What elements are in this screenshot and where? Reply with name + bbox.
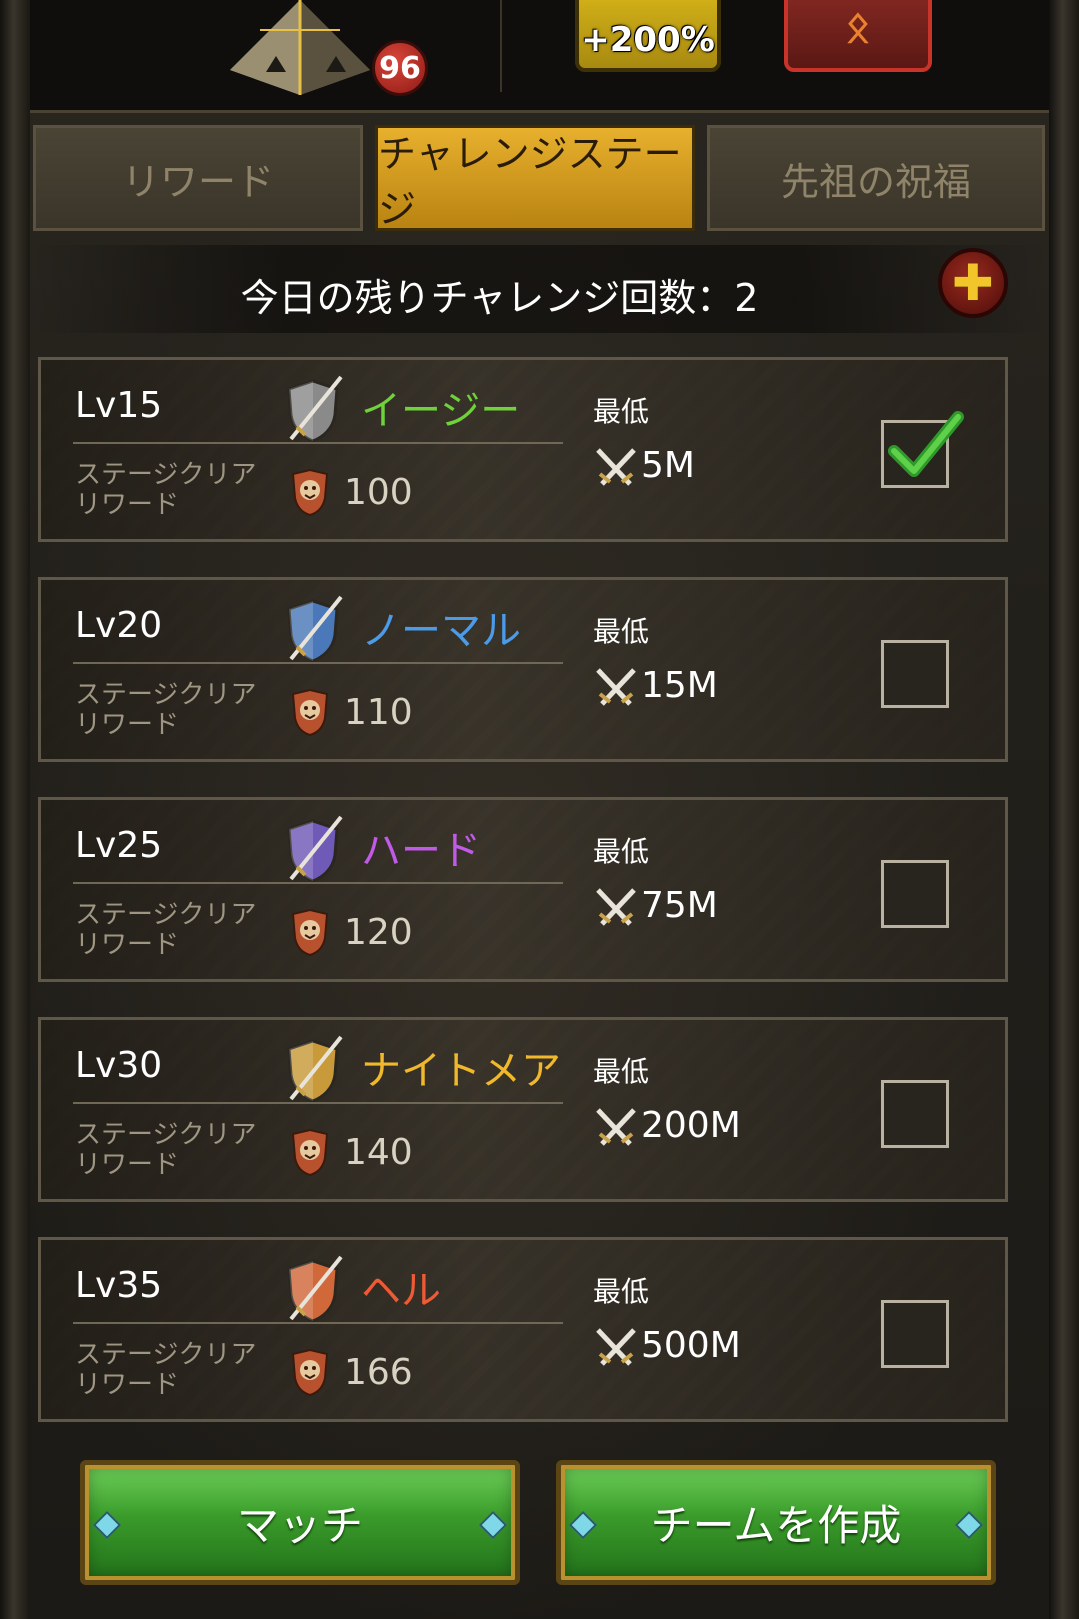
create-team-button-label: チームを作成 <box>650 1501 902 1550</box>
rune-stone-item[interactable]: ᛟ <box>784 0 932 72</box>
stage-divider <box>73 662 563 664</box>
tab-bar: リワード チャレンジステージ 先祖の祝福 <box>33 125 1045 235</box>
stage-checkbox[interactable] <box>881 1080 949 1148</box>
stage-level: Lv15 <box>75 385 163 426</box>
stage-card[interactable]: Lv30 ナイトメア ステージクリア リワード 140 最低 200M <box>38 1017 1008 1202</box>
clear-label-line1: ステージクリア <box>75 1120 257 1150</box>
pyramid-icon[interactable] <box>230 0 370 95</box>
clear-label-line2: リワード <box>75 1370 180 1400</box>
stage-level: Lv30 <box>75 1045 163 1086</box>
stage-clear-reward-label: ステージクリア リワード <box>75 460 275 520</box>
difficulty-name: イージー <box>361 388 521 434</box>
add-challenges-button[interactable]: ✚ <box>938 248 1008 318</box>
clear-label-line2: リワード <box>75 1150 180 1180</box>
tab-ancestor-blessing[interactable]: 先祖の祝福 <box>707 125 1045 231</box>
clear-label-line2: リワード <box>75 490 180 520</box>
stage-clear-reward-label: ステージクリア リワード <box>75 900 275 960</box>
left-frame-pillar <box>0 0 30 1619</box>
clear-label-line2: リワード <box>75 930 180 960</box>
min-power-value: 500M <box>641 1325 741 1366</box>
top-divider <box>500 0 502 92</box>
gem-ornament-icon <box>92 1510 122 1539</box>
stage-level: Lv25 <box>75 825 163 866</box>
gem-ornament-icon <box>568 1510 598 1539</box>
crossed-swords-icon <box>596 1108 636 1146</box>
stage-checkbox[interactable] <box>881 640 949 708</box>
stage-card[interactable]: Lv35 ヘル ステージクリア リワード 166 最低 500M <box>38 1237 1008 1422</box>
clear-label-line1: ステージクリア <box>75 460 257 490</box>
shield-sword-icon <box>287 1035 343 1103</box>
stage-level: Lv20 <box>75 605 163 646</box>
min-power-label: 最低 <box>593 1275 650 1308</box>
wolf-crest-icon <box>291 468 329 516</box>
boost-label: +200% <box>581 20 715 60</box>
stage-level: Lv35 <box>75 1265 163 1306</box>
difficulty-name: ヘル <box>361 1268 441 1314</box>
stage-checkbox[interactable] <box>881 1300 949 1368</box>
min-power-label: 最低 <box>593 835 650 868</box>
shield-sword-icon <box>287 375 343 443</box>
shield-sword-icon <box>287 815 343 883</box>
reward-value: 120 <box>344 912 413 953</box>
tab-challenge-stage[interactable]: チャレンジステージ <box>375 125 695 231</box>
min-power-label: 最低 <box>593 615 650 648</box>
crossed-swords-icon <box>596 888 636 926</box>
stage-divider <box>73 1322 563 1324</box>
gem-ornament-icon <box>478 1510 508 1539</box>
min-power-value: 75M <box>641 885 718 926</box>
remaining-challenges-text: 今日の残りチャレンジ回数：2 <box>240 276 759 320</box>
min-power-label: 最低 <box>593 395 650 428</box>
tab-reward[interactable]: リワード <box>33 125 363 231</box>
reward-value: 110 <box>344 692 413 733</box>
reward-value: 166 <box>344 1352 413 1393</box>
min-power-value: 5M <box>641 445 695 486</box>
stage-divider <box>73 442 563 444</box>
stage-card[interactable]: Lv20 ノーマル ステージクリア リワード 110 最低 15M <box>38 577 1008 762</box>
remaining-challenges-bar: 今日の残りチャレンジ回数：2 ✚ <box>30 245 1049 333</box>
plus-icon: ✚ <box>952 254 994 312</box>
stage-card[interactable]: Lv15 イージー ステージクリア リワード 100 最低 5M <box>38 357 1008 542</box>
difficulty-name: ハード <box>361 828 481 874</box>
crossed-swords-icon <box>596 1328 636 1366</box>
pyramid-level-badge: 96 <box>372 40 428 96</box>
stage-checkbox[interactable] <box>881 411 964 488</box>
shield-sword-icon <box>287 595 343 663</box>
stage-clear-reward-label: ステージクリア リワード <box>75 1340 275 1400</box>
clear-label-line1: ステージクリア <box>75 1340 257 1370</box>
wolf-crest-icon <box>291 1348 329 1396</box>
crossed-swords-icon <box>596 448 636 486</box>
match-button-label: マッチ <box>236 1501 363 1550</box>
clear-label-line1: ステージクリア <box>75 900 257 930</box>
wolf-crest-icon <box>291 908 329 956</box>
stage-clear-reward-label: ステージクリア リワード <box>75 1120 275 1180</box>
stage-clear-reward-label: ステージクリア リワード <box>75 680 275 740</box>
min-power-label: 最低 <box>593 1055 650 1088</box>
wolf-crest-icon <box>291 688 329 736</box>
boost-item[interactable]: +200% <box>575 0 721 72</box>
create-team-button[interactable]: チームを作成 <box>556 1460 996 1585</box>
stage-checkbox[interactable] <box>881 860 949 928</box>
shield-sword-icon <box>287 1255 343 1323</box>
reward-value: 140 <box>344 1132 413 1173</box>
difficulty-name: ノーマル <box>361 608 521 654</box>
stage-divider <box>73 882 563 884</box>
challenge-stage-screen: 96 +200% ᛟ リワード チャレンジステージ 先祖の祝福 今日の残りチャレ… <box>0 0 1079 1619</box>
stage-divider <box>73 1102 563 1104</box>
top-item-strip: 96 +200% ᛟ <box>30 0 1049 113</box>
wolf-crest-icon <box>291 1128 329 1176</box>
match-button[interactable]: マッチ <box>80 1460 520 1585</box>
right-frame-pillar <box>1049 0 1079 1619</box>
stage-card[interactable]: Lv25 ハード ステージクリア リワード 120 最低 75M <box>38 797 1008 982</box>
check-icon <box>888 411 964 477</box>
clear-label-line2: リワード <box>75 710 180 740</box>
clear-label-line1: ステージクリア <box>75 680 257 710</box>
min-power-value: 200M <box>641 1105 741 1146</box>
reward-value: 100 <box>344 472 413 513</box>
gem-ornament-icon <box>954 1510 984 1539</box>
difficulty-name: ナイトメア <box>361 1048 561 1094</box>
crossed-swords-icon <box>596 668 636 706</box>
rune-icon: ᛟ <box>845 1 871 51</box>
min-power-value: 15M <box>641 665 718 706</box>
